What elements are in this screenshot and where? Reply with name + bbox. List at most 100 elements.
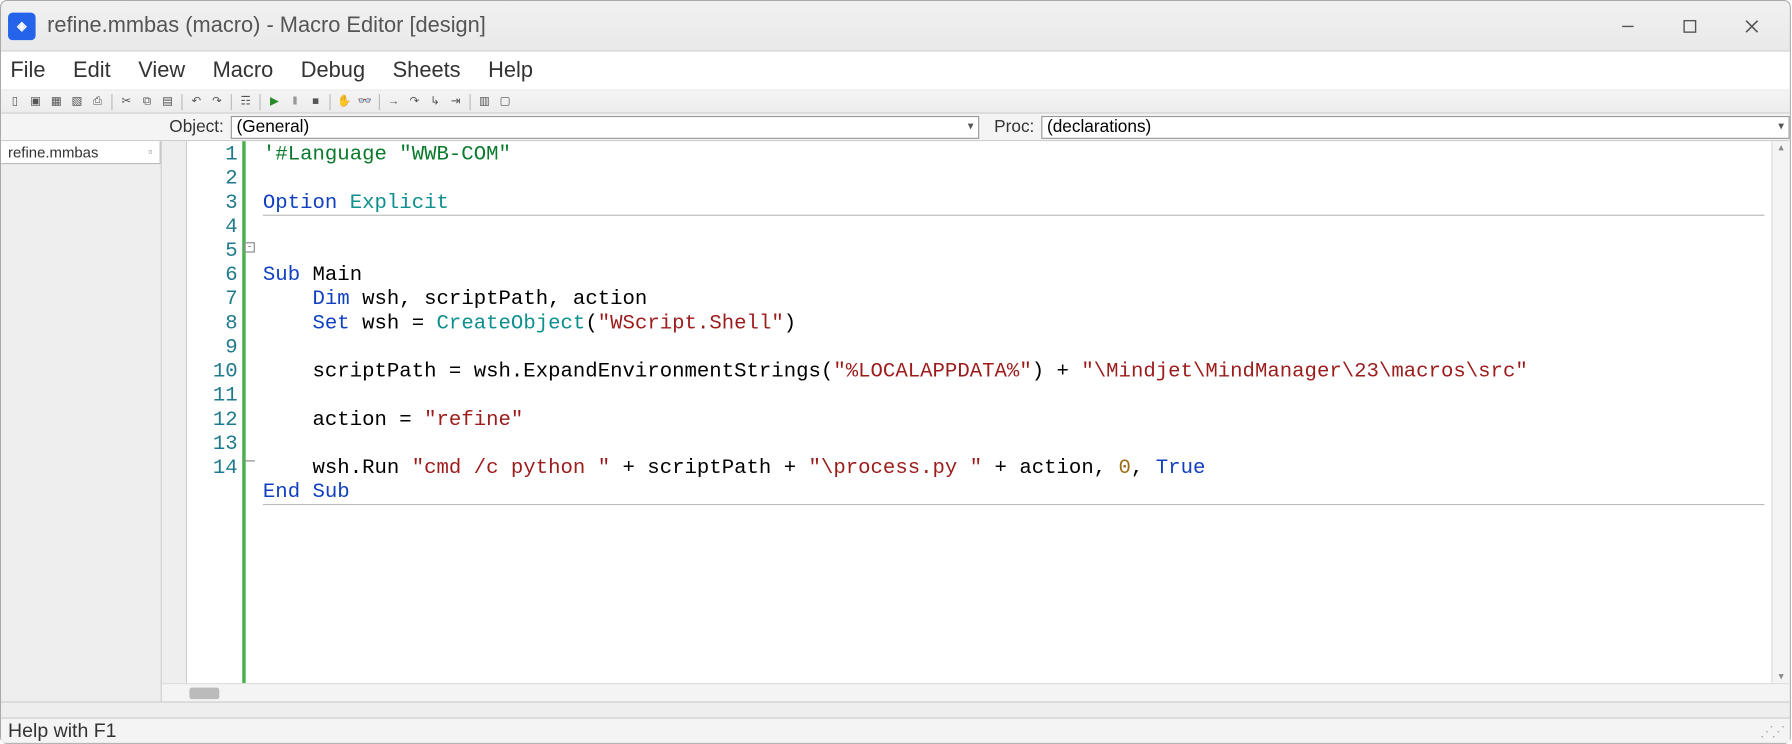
menubar: File Edit View Macro Debug Sheets Help: [1, 52, 1790, 91]
paste-icon[interactable]: ▤: [158, 92, 176, 110]
line-number: 4: [187, 216, 238, 240]
tab-close-icon[interactable]: ▫: [148, 145, 152, 159]
titlebar: ◈ refine.mmbas (macro) - Macro Editor [d…: [1, 1, 1790, 52]
code-token: (: [585, 312, 597, 335]
undo-icon[interactable]: ↶: [187, 92, 205, 110]
step-to-icon[interactable]: ⇥: [447, 92, 465, 110]
step-over-icon[interactable]: ↷: [405, 92, 423, 110]
line-number: 1: [187, 144, 238, 168]
proc-value: (declarations): [1047, 117, 1151, 137]
open-icon[interactable]: ▣: [26, 92, 44, 110]
cut-icon[interactable]: ✂: [117, 92, 135, 110]
object-label: Object:: [1, 117, 231, 137]
resize-grip-icon[interactable]: ⋰⋰: [1760, 723, 1783, 739]
separator: [111, 94, 112, 110]
line-number: 2: [187, 168, 238, 192]
code-token: Dim: [313, 288, 350, 311]
code-token: Sub: [263, 264, 300, 287]
editor-window: ◈ refine.mmbas (macro) - Macro Editor [d…: [0, 0, 1791, 744]
breakpoint-icon[interactable]: ✋: [335, 92, 353, 110]
run-icon[interactable]: ▶: [265, 92, 283, 110]
code-token: wsh.Run: [263, 457, 412, 480]
horizontal-scrollbar[interactable]: [162, 683, 1790, 701]
object-value: (General): [236, 117, 309, 137]
workspace: refine.mmbas ▫ 1 2 3 4 5 6 7 8 9 10 11: [1, 141, 1790, 701]
file-tab-label: refine.mmbas: [8, 144, 98, 161]
separator: [259, 94, 260, 110]
line-number: 12: [187, 409, 238, 433]
line-number: 3: [187, 192, 238, 216]
menu-debug[interactable]: Debug: [301, 58, 365, 83]
panel-gap: [1, 701, 1790, 717]
code-token: action =: [263, 409, 424, 432]
code-token: CreateObject: [437, 312, 586, 335]
code-token: "%LOCALAPPDATA%": [833, 360, 1031, 383]
close-icon: [1744, 18, 1760, 34]
code-token: Set: [313, 312, 350, 335]
separator: [231, 94, 232, 110]
menu-help[interactable]: Help: [488, 58, 533, 83]
step-out-icon[interactable]: ↳: [426, 92, 444, 110]
close-button[interactable]: [1721, 5, 1783, 46]
redo-icon[interactable]: ↷: [208, 92, 226, 110]
file-tab[interactable]: refine.mmbas ▫: [1, 141, 161, 164]
toolbar: ▯ ▣ ▦ ▧ ⎙ ✂ ⧉ ▤ ↶ ↷ ☶ ▶ ‖ ■ ✋ 👓 → ↷ ↳ ⇥ …: [1, 91, 1790, 114]
fold-toggle-icon[interactable]: -: [245, 242, 255, 252]
browse-icon[interactable]: ☶: [236, 92, 254, 110]
line-number: 5: [187, 240, 238, 264]
code-area[interactable]: '#Language "WWB-COM" Option Explicit Sub…: [256, 141, 1771, 683]
code-token: "refine": [424, 409, 523, 432]
form-icon[interactable]: ▢: [496, 92, 514, 110]
code-token: End: [263, 481, 300, 504]
separator: [379, 94, 380, 110]
scroll-thumb[interactable]: [189, 687, 219, 698]
object-combo[interactable]: (General) ▾: [231, 115, 979, 138]
menu-sheets[interactable]: Sheets: [393, 58, 461, 83]
stop-icon[interactable]: ■: [307, 92, 325, 110]
fold-end-icon: [245, 460, 255, 461]
tab-column: refine.mmbas ▫: [1, 141, 162, 701]
code-token: ): [784, 312, 796, 335]
menu-macro[interactable]: Macro: [213, 58, 274, 83]
scroll-down-icon[interactable]: ▾: [1779, 670, 1784, 683]
rule: [263, 504, 1765, 505]
line-number: 14: [187, 457, 238, 481]
maximize-button[interactable]: [1659, 5, 1721, 46]
new-icon[interactable]: ▯: [6, 92, 24, 110]
line-number: 7: [187, 288, 238, 312]
proc-combo[interactable]: (declarations) ▾: [1041, 115, 1789, 138]
code-line: '#Language "WWB-COM": [263, 144, 511, 167]
menu-file[interactable]: File: [10, 58, 45, 83]
minimize-button[interactable]: [1597, 5, 1659, 46]
line-number: 8: [187, 312, 238, 336]
code-token: wsh =: [350, 312, 437, 335]
copy-icon[interactable]: ⧉: [138, 92, 156, 110]
maximize-icon: [1682, 18, 1698, 34]
menu-edit[interactable]: Edit: [73, 58, 111, 83]
line-number: 9: [187, 336, 238, 360]
code-token: + action,: [982, 457, 1118, 480]
code-token: "WScript.Shell": [598, 312, 784, 335]
line-number: 13: [187, 433, 238, 457]
code-token: Main: [300, 264, 362, 287]
code-token: "cmd /c python ": [412, 457, 610, 480]
print-icon[interactable]: ⎙: [88, 92, 106, 110]
separator: [470, 94, 471, 110]
breakpoint-margin[interactable]: [162, 141, 187, 683]
scroll-up-icon[interactable]: ▴: [1779, 141, 1784, 154]
window-icon[interactable]: ▥: [475, 92, 493, 110]
rule: [263, 215, 1765, 216]
code-token: True: [1156, 457, 1206, 480]
window-controls: [1597, 5, 1783, 46]
line-number: 6: [187, 264, 238, 288]
save-icon[interactable]: ▦: [47, 92, 65, 110]
pause-icon[interactable]: ‖: [286, 92, 304, 110]
menu-view[interactable]: View: [138, 58, 185, 83]
line-number: 11: [187, 385, 238, 409]
code-token: Explicit: [350, 192, 449, 215]
step-into-icon[interactable]: →: [385, 92, 403, 110]
save-all-icon[interactable]: ▧: [68, 92, 86, 110]
watch-icon[interactable]: 👓: [356, 92, 374, 110]
vertical-scrollbar[interactable]: ▴ ▾: [1771, 141, 1789, 683]
code-token: ,: [1131, 457, 1156, 480]
